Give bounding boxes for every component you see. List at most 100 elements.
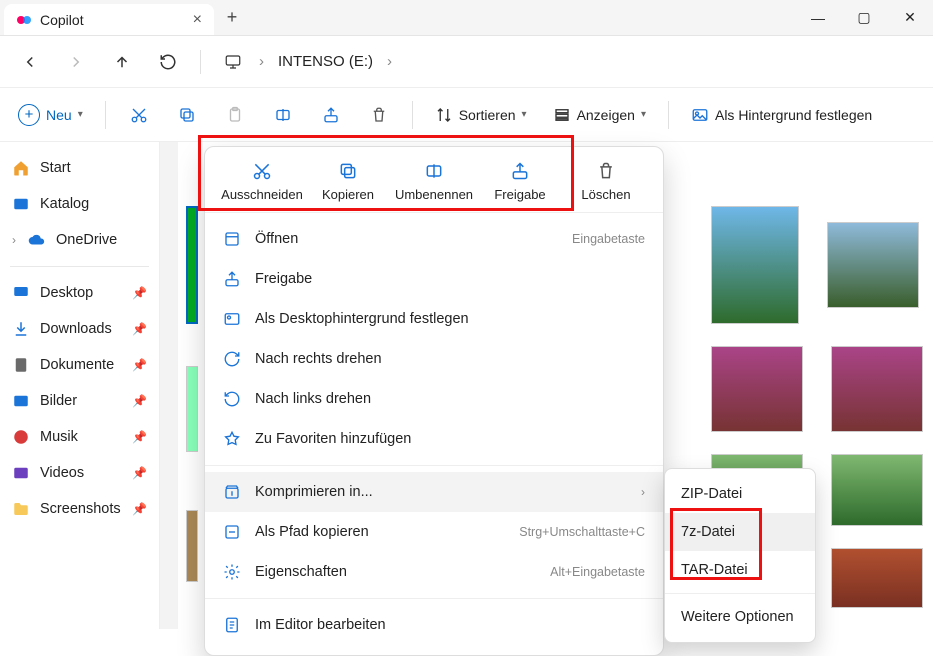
sidebar-item-videos[interactable]: Videos 📌 — [0, 455, 159, 491]
share-button[interactable] — [310, 95, 352, 135]
menu-compress[interactable]: Komprimieren in... › — [205, 472, 663, 512]
image-icon — [223, 310, 241, 328]
submenu-more-options[interactable]: Weitere Optionen — [665, 598, 815, 636]
menu-separator — [205, 465, 663, 466]
browser-tab-copilot[interactable]: Copilot × — [4, 4, 214, 35]
set-background-button[interactable]: Als Hintergrund festlegen — [681, 95, 882, 135]
toolbar-separator — [668, 101, 669, 129]
close-tab-icon[interactable]: × — [193, 11, 202, 29]
content-area: Ausschneiden Kopieren Umbenennen Freigab… — [178, 142, 933, 629]
submenu-label: Weitere Optionen — [681, 609, 794, 625]
compress-submenu: ZIP-Datei 7z-Datei TAR-Datei Weitere Opt… — [664, 468, 816, 643]
image-thumbnail[interactable] — [831, 346, 923, 432]
forward-button[interactable] — [56, 42, 96, 82]
menu-label: Nach links drehen — [255, 391, 371, 407]
close-window-button[interactable]: ✕ — [887, 0, 933, 35]
chevron-down-icon: ▾ — [641, 109, 646, 120]
thumb-edge[interactable] — [186, 510, 198, 582]
sidebar-item-dokumente[interactable]: Dokumente 📌 — [0, 347, 159, 383]
menu-add-favorite[interactable]: Zu Favoriten hinzufügen — [205, 419, 663, 459]
sidebar-item-onedrive[interactable]: › OneDrive — [0, 222, 159, 258]
nav-separator — [200, 50, 201, 74]
thumb-edge[interactable] — [186, 366, 198, 452]
copy-icon — [338, 161, 358, 181]
action-rename[interactable]: Umbenennen — [391, 161, 477, 202]
copy-button[interactable] — [166, 95, 208, 135]
maximize-button[interactable]: ▢ — [841, 0, 887, 35]
image-thumbnail[interactable] — [831, 548, 923, 608]
menu-shortcut: Alt+Eingabetaste — [550, 565, 645, 579]
sidebar-item-start[interactable]: Start — [0, 150, 159, 186]
sidebar-scrollbar[interactable] — [160, 142, 178, 629]
submenu-zip[interactable]: ZIP-Datei — [665, 475, 815, 513]
back-button[interactable] — [10, 42, 50, 82]
up-button[interactable] — [102, 42, 142, 82]
sidebar-label: Videos — [40, 465, 84, 481]
chevron-right-icon: › — [641, 485, 645, 499]
menu-label: Öffnen — [255, 231, 298, 247]
action-delete[interactable]: Löschen — [563, 161, 649, 202]
menu-open[interactable]: Öffnen Eingabetaste — [205, 219, 663, 259]
sidebar-item-katalog[interactable]: Katalog — [0, 186, 159, 222]
menu-label: Als Desktophintergrund festlegen — [255, 311, 469, 327]
folder-icon — [12, 500, 30, 518]
menu-label: Zu Favoriten hinzufügen — [255, 431, 411, 447]
image-thumbnail[interactable] — [711, 206, 799, 324]
rename-button[interactable] — [262, 95, 304, 135]
cut-button[interactable] — [118, 95, 160, 135]
submenu-tar[interactable]: TAR-Datei — [665, 551, 815, 589]
image-thumbnail[interactable] — [711, 346, 803, 432]
paste-button[interactable] — [214, 95, 256, 135]
sidebar-item-musik[interactable]: Musik 📌 — [0, 419, 159, 455]
submenu-label: 7z-Datei — [681, 524, 735, 540]
pin-icon: 📌 — [132, 430, 147, 444]
menu-share[interactable]: Freigabe — [205, 259, 663, 299]
download-icon — [12, 320, 30, 338]
new-tab-button[interactable]: + — [214, 0, 250, 35]
menu-set-desktop-bg[interactable]: Als Desktophintergrund festlegen — [205, 299, 663, 339]
sidebar-item-bilder[interactable]: Bilder 📌 — [0, 383, 159, 419]
new-button[interactable]: + Neu ▾ — [8, 95, 93, 135]
sidebar: Start Katalog › OneDrive Desktop 📌 Downl… — [0, 142, 160, 629]
submenu-7z[interactable]: 7z-Datei — [665, 513, 815, 551]
rotate-left-icon — [223, 390, 241, 408]
selected-thumb-edge[interactable] — [186, 206, 198, 324]
sort-button[interactable]: Sortieren ▾ — [425, 95, 537, 135]
pin-icon: 📌 — [132, 394, 147, 408]
action-cut[interactable]: Ausschneiden — [219, 161, 305, 202]
plus-circle-icon: + — [18, 104, 40, 126]
menu-rotate-left[interactable]: Nach links drehen — [205, 379, 663, 419]
minimize-button[interactable]: — — [795, 0, 841, 35]
toolbar-separator — [412, 101, 413, 129]
submenu-label: TAR-Datei — [681, 562, 748, 578]
view-button[interactable]: Anzeigen ▾ — [543, 95, 656, 135]
menu-label: Im Editor bearbeiten — [255, 617, 386, 633]
music-icon — [12, 428, 30, 446]
path-icon — [223, 523, 241, 541]
image-thumbnail[interactable] — [831, 454, 923, 526]
sidebar-item-downloads[interactable]: Downloads 📌 — [0, 311, 159, 347]
sidebar-label: Downloads — [40, 321, 112, 337]
breadcrumb-location[interactable]: INTENSO (E:) — [278, 53, 373, 70]
gallery-icon — [12, 195, 30, 213]
sidebar-item-desktop[interactable]: Desktop 📌 — [0, 275, 159, 311]
sort-label: Sortieren — [459, 107, 516, 123]
action-share[interactable]: Freigabe — [477, 161, 563, 202]
action-copy[interactable]: Kopieren — [305, 161, 391, 202]
pin-icon: 📌 — [132, 502, 147, 516]
pictures-icon — [12, 392, 30, 410]
menu-properties[interactable]: Eigenschaften Alt+Eingabetaste — [205, 552, 663, 592]
menu-rotate-right[interactable]: Nach rechts drehen — [205, 339, 663, 379]
image-thumbnail[interactable] — [827, 222, 919, 308]
menu-copy-path[interactable]: Als Pfad kopieren Strg+Umschalttaste+C — [205, 512, 663, 552]
copilot-icon — [16, 12, 32, 28]
breadcrumb[interactable]: › INTENSO (E:) › — [259, 53, 392, 70]
pc-icon[interactable] — [213, 42, 253, 82]
sidebar-label: Musik — [40, 429, 78, 445]
chevron-right-icon: › — [259, 53, 264, 70]
sidebar-item-screenshots[interactable]: Screenshots 📌 — [0, 491, 159, 527]
menu-edit-in-editor[interactable]: Im Editor bearbeiten — [205, 605, 663, 645]
delete-button[interactable] — [358, 95, 400, 135]
refresh-button[interactable] — [148, 42, 188, 82]
desktop-icon — [12, 284, 30, 302]
